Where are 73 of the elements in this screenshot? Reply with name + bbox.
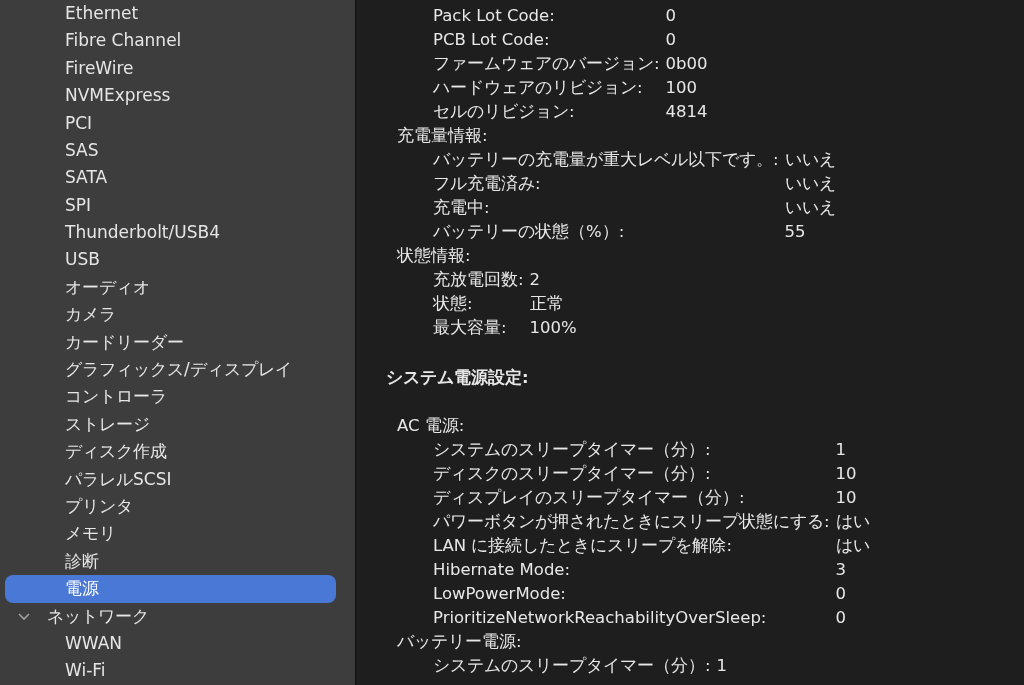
property-value: 1 [835, 439, 848, 461]
sidebar-item[interactable]: SPI [5, 191, 336, 220]
property-label: PrioritizeNetworkReachabilityOverSleep: [433, 607, 768, 629]
property-label: セルのリビジョン: [433, 101, 576, 123]
sidebar-item[interactable]: Thunderbolt/USB4 [5, 219, 336, 247]
sidebar-item[interactable]: オーディオ [5, 273, 336, 302]
group-heading: AC 電源: [397, 415, 466, 437]
property-label: ハードウェアのリビジョン: [433, 77, 644, 99]
property-value: 2 [529, 269, 542, 291]
property-label: Hibernate Mode: [433, 559, 572, 581]
section-heading: システム電源設定: [386, 367, 530, 389]
sidebar-item[interactable]: ディスク作成 [5, 438, 336, 466]
sidebar-item[interactable]: ストレージ [5, 410, 336, 439]
sidebar-item[interactable]: Ethernet [5, 0, 336, 28]
property-value: はい [835, 511, 870, 533]
sidebar-item[interactable]: Wi-Fi [5, 657, 336, 685]
sidebar-item[interactable]: メモリ [5, 520, 336, 548]
property-value: 1 [716, 655, 728, 677]
property-label: 最大容量: [433, 317, 508, 339]
property-value: いいえ [784, 149, 836, 171]
property-label: システムのスリープタイマー（分）: [433, 655, 711, 677]
property-value: 10 [835, 487, 858, 509]
sidebar-item[interactable]: FireWire [5, 54, 336, 83]
property-value: 100 [665, 77, 699, 99]
property-value: 0 [835, 583, 848, 605]
property-label: PCB Lot Code: [433, 29, 551, 51]
property-label: システムのスリープタイマー（分）: [433, 439, 712, 461]
chevron-down-icon[interactable] [17, 611, 31, 622]
sidebar-item[interactable]: コントローラ [5, 383, 336, 411]
sidebar-item[interactable]: パラレルSCSI [5, 465, 336, 494]
property-label: 状態: [433, 293, 474, 315]
property-label: Pack Lot Code: [433, 5, 556, 27]
sidebar-item[interactable]: プリンタ [5, 493, 336, 521]
property-value: 55 [784, 221, 807, 243]
property-value: 0 [665, 5, 678, 27]
sidebar-item[interactable]: 電源 [5, 575, 336, 603]
property-label: LAN に接続したときにスリープを解除: [433, 535, 733, 557]
property-label: LowPowerMode: [433, 583, 567, 605]
property-value: 4814 [665, 101, 708, 123]
property-value: 0b00 [665, 53, 708, 75]
sidebar-item[interactable]: グラフィックス/ディスプレイ [5, 356, 336, 384]
property-label: パワーボタンが押されたときにスリープ状態にする: [433, 511, 830, 533]
property-value: いいえ [784, 197, 836, 219]
sidebar-item[interactable]: SATA [5, 164, 336, 192]
property-value: いいえ [784, 173, 836, 195]
property-label: 充放電回数: [433, 269, 524, 291]
property-value: 10 [835, 463, 858, 485]
sidebar-item[interactable]: WWAN [5, 630, 336, 658]
property-value: 0 [835, 607, 848, 629]
sidebar-item[interactable]: カードリーダー [5, 328, 336, 357]
property-label: 充電中: [433, 197, 491, 219]
group-heading: バッテリー電源: [397, 631, 523, 653]
property-label: バッテリーの充電量が重大レベル以下です。: [433, 149, 779, 171]
property-label: フル充電済み: [433, 173, 542, 195]
sidebar-item[interactable]: NVMExpress [5, 82, 336, 110]
group-heading: 充電量情報: [397, 125, 489, 147]
group-heading: 状態情報: [397, 245, 472, 267]
property-value: 3 [835, 559, 848, 581]
property-label: バッテリーの状態（%）: [433, 221, 626, 243]
sidebar-item[interactable]: 診断 [5, 547, 336, 576]
sidebar-item[interactable]: USB [5, 246, 336, 274]
sidebar-item[interactable]: カメラ [5, 301, 336, 329]
sidebar-item[interactable]: PCI [5, 109, 336, 137]
sidebar-item[interactable]: Fibre Channel [5, 27, 336, 55]
sidebar-item[interactable]: ネットワーク [5, 602, 336, 630]
property-value: 100% [529, 317, 577, 339]
property-label: ファームウェアのバージョン: [433, 53, 660, 75]
property-value: 正常 [529, 293, 565, 315]
property-label: ディスプレイのスリープタイマー（分）: [433, 487, 746, 509]
property-value: はい [835, 535, 870, 557]
property-value: 0 [665, 29, 678, 51]
property-label: ディスクのスリープタイマー（分）: [433, 463, 712, 485]
sidebar-item[interactable]: SAS [5, 136, 336, 165]
